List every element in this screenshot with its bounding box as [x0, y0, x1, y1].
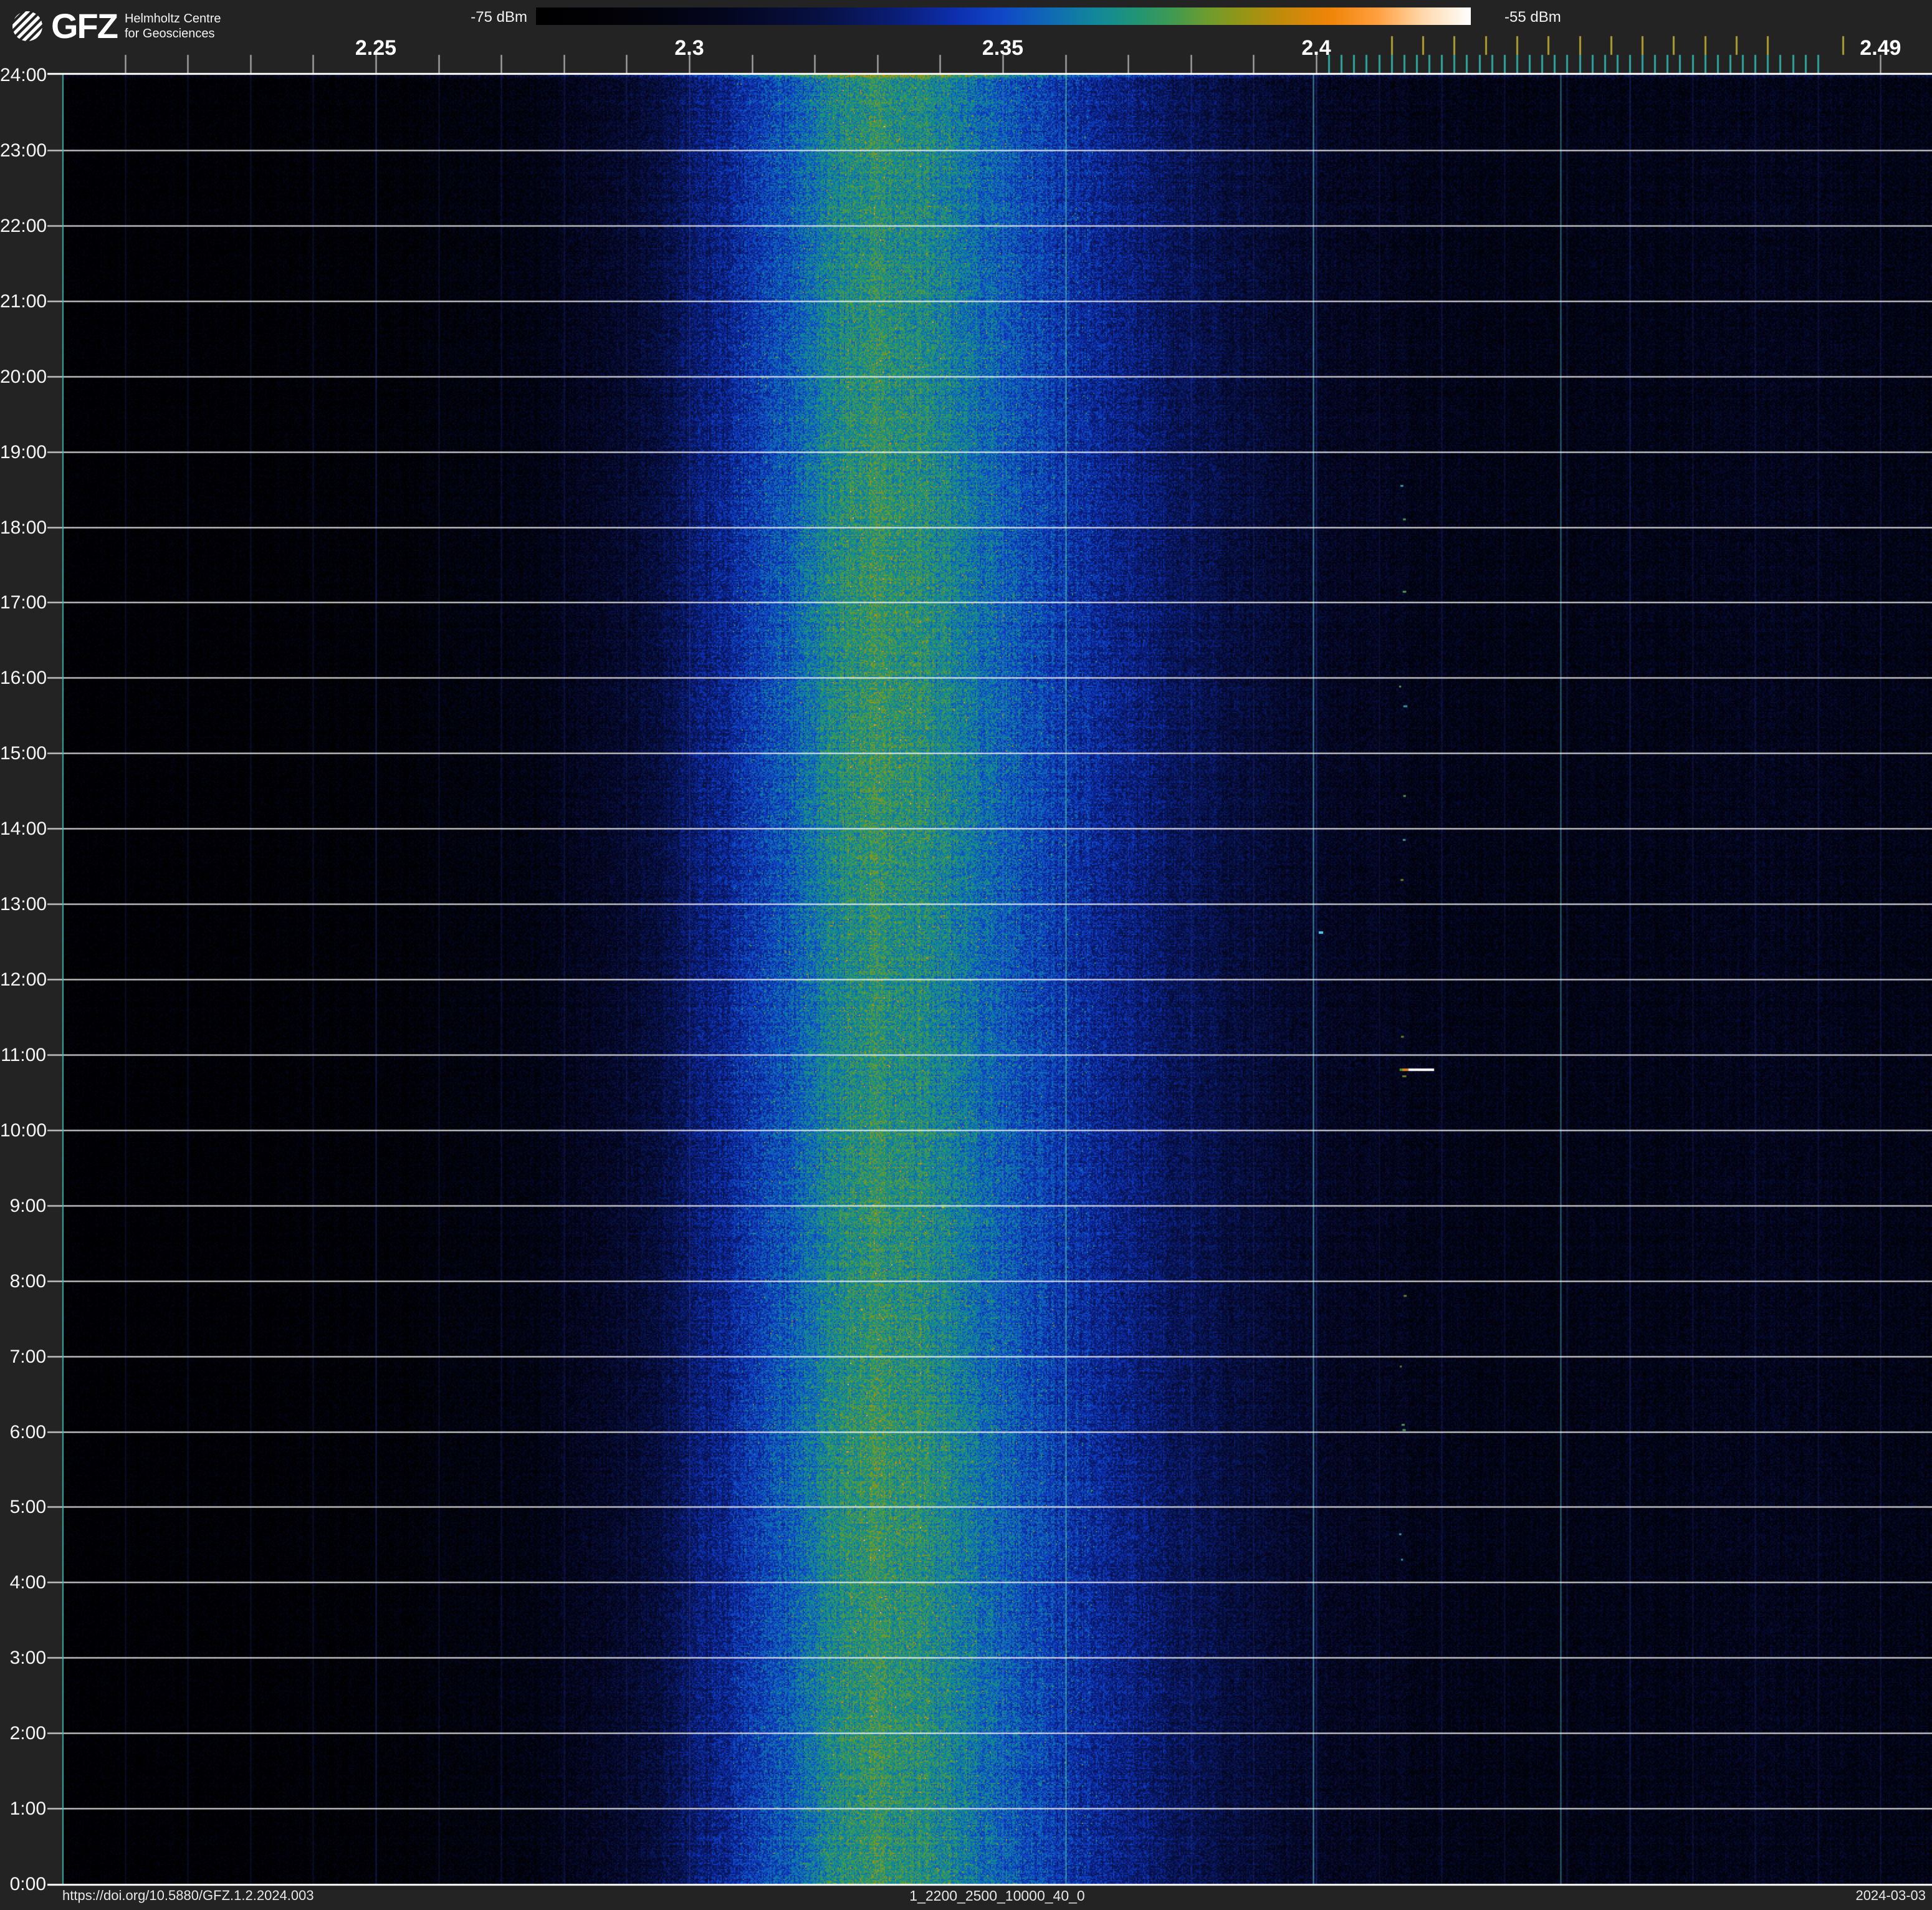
spectrogram-page: { "header": { "logo_text": "GFZ", "tagli… — [0, 0, 1932, 1910]
time-label-11:00: 11:00 — [1, 1044, 46, 1065]
footer-date: 2024-03-03 — [1855, 1888, 1926, 1903]
colorbar-min-label: -75 dBm — [471, 9, 527, 26]
time-label-16:00: 16:00 — [0, 668, 47, 689]
time-label-13:00: 13:00 — [0, 894, 47, 915]
time-label-2:00: 2:00 — [9, 1723, 46, 1744]
time-label-6:00: 6:00 — [9, 1421, 46, 1442]
freq-label-2.35: 2.35 — [982, 36, 1024, 60]
time-label-15:00: 15:00 — [0, 743, 47, 764]
freq-label-2.3: 2.3 — [674, 36, 704, 60]
time-label-19:00: 19:00 — [0, 441, 47, 463]
time-label-10:00: 10:00 — [0, 1120, 47, 1141]
time-label-9:00: 9:00 — [9, 1195, 46, 1216]
colorbar-max-label: -55 dBm — [1504, 9, 1561, 26]
time-label-7:00: 7:00 — [9, 1346, 46, 1367]
gfz-logo-icon — [12, 11, 42, 41]
time-label-24:00: 24:00 — [0, 65, 47, 85]
footer-doi-link[interactable]: https://doi.org/10.5880/GFZ.1.2.2024.003 — [62, 1888, 314, 1904]
freq-label-2.4: 2.4 — [1301, 36, 1331, 60]
time-label-4:00: 4:00 — [9, 1572, 46, 1593]
freq-label-2.49: 2.49 — [1860, 36, 1901, 60]
time-label-3:00: 3:00 — [9, 1648, 46, 1669]
colorbar-gradient — [536, 7, 1471, 25]
time-label-23:00: 23:00 — [0, 140, 47, 161]
time-label-8:00: 8:00 — [9, 1270, 46, 1292]
time-label-20:00: 20:00 — [0, 366, 47, 387]
tagline-line2: for Geosciences — [124, 27, 215, 41]
gfz-logo-text: GFZ — [51, 6, 118, 46]
time-label-17:00: 17:00 — [0, 592, 47, 613]
gfz-logo-tagline: Helmholtz Centre for Geosciences — [125, 11, 221, 41]
freq-label-2.25: 2.25 — [355, 36, 397, 60]
time-label-18:00: 18:00 — [0, 517, 47, 538]
time-label-12:00: 12:00 — [0, 969, 47, 990]
time-label-21:00: 21:00 — [0, 290, 47, 312]
gfz-logo: GFZ Helmholtz Centre for Geosciences — [12, 6, 221, 46]
time-label-5:00: 5:00 — [9, 1497, 46, 1518]
tagline-line1: Helmholtz Centre — [124, 12, 221, 26]
footer-dataset-id: 1_2200_2500_10000_40_0 — [909, 1888, 1085, 1904]
time-label-22:00: 22:00 — [0, 215, 47, 236]
time-label-14:00: 14:00 — [0, 818, 47, 840]
spectrogram-canvas — [0, 0, 1932, 1910]
time-label-0:00: 0:00 — [9, 1874, 46, 1894]
time-label-1:00: 1:00 — [9, 1798, 46, 1820]
